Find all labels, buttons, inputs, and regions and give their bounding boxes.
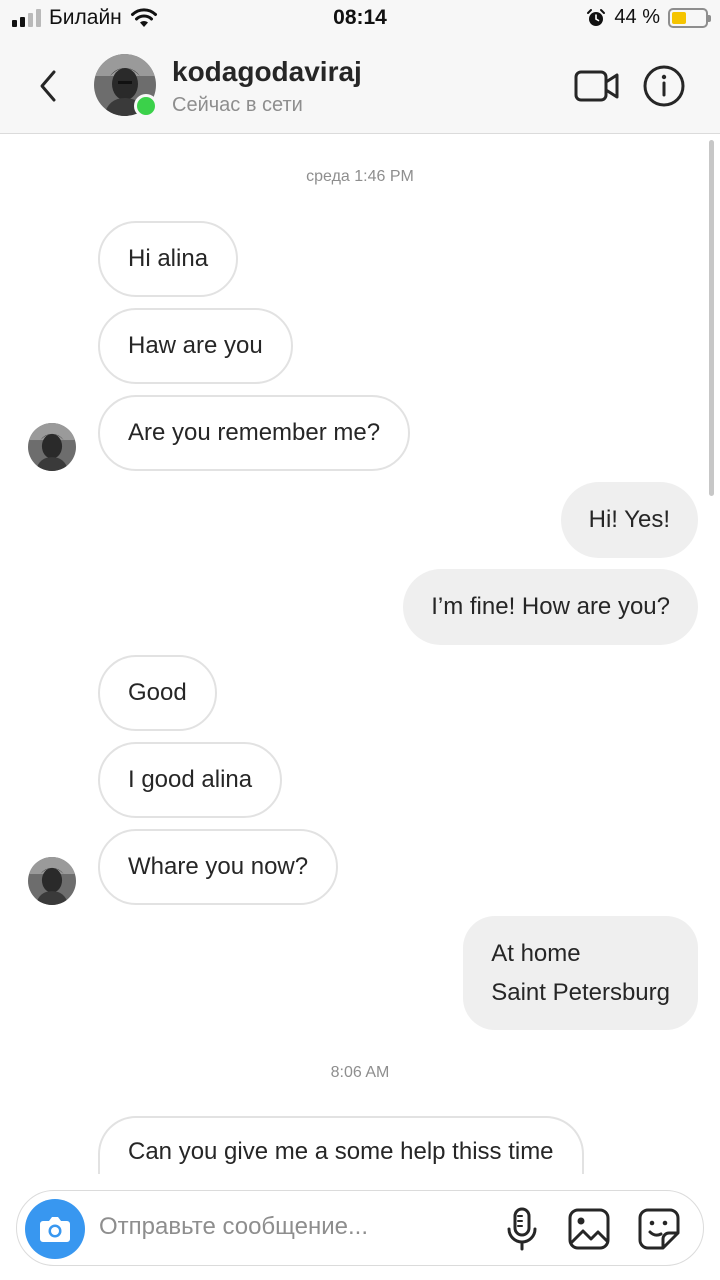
battery-fill — [672, 11, 686, 24]
message-outgoing[interactable]: I’m fine! How are you? — [403, 569, 698, 645]
message-incoming[interactable]: Good — [98, 655, 217, 731]
chat-username[interactable]: kodagodaviraj — [172, 56, 362, 88]
avatar-image — [28, 857, 76, 905]
message-incoming[interactable]: Haw are you — [98, 308, 293, 384]
alarm-icon — [587, 8, 606, 26]
online-indicator — [134, 94, 158, 118]
camera-button[interactable] — [25, 1199, 85, 1259]
message-composer[interactable]: Отправьте сообщение... — [16, 1190, 704, 1266]
microphone-icon[interactable] — [505, 1207, 539, 1251]
battery-icon — [668, 7, 711, 28]
message-incoming[interactable]: Are you remember me? — [98, 395, 411, 471]
date-separator: среда 1:46 PM — [306, 168, 414, 185]
battery-percent: 44 % — [614, 6, 660, 28]
status-bar: Билайн 08:14 44 % — [0, 0, 720, 38]
sticker-icon[interactable] — [637, 1207, 681, 1251]
message-incoming[interactable]: Whare you now? — [98, 829, 339, 905]
message-line: At home — [491, 940, 581, 967]
status-right: 44 % — [586, 6, 711, 29]
chat-header: kodagodaviraj Сейчас в сети — [0, 38, 720, 134]
message-input[interactable]: Отправьте сообщение... — [99, 1213, 368, 1241]
avatar-image — [28, 423, 76, 471]
message-outgoing[interactable]: At home Saint Petersburg — [463, 916, 698, 1030]
avatar[interactable] — [28, 857, 76, 905]
message-incoming[interactable]: Hi alina — [98, 221, 239, 297]
back-chevron-icon[interactable] — [30, 64, 66, 108]
scrollbar[interactable] — [709, 140, 714, 496]
message-outgoing[interactable]: Hi! Yes! — [560, 482, 698, 558]
gallery-icon[interactable] — [567, 1207, 611, 1251]
message-line: Saint Petersburg — [491, 979, 670, 1006]
camera-icon — [40, 1217, 70, 1242]
online-status: Сейчас в сети — [172, 94, 303, 116]
info-icon[interactable] — [642, 64, 686, 108]
message-incoming[interactable]: I good alina — [98, 742, 283, 818]
video-camera-icon[interactable] — [574, 68, 620, 104]
time-separator: 8:06 AM — [330, 1064, 390, 1081]
avatar[interactable] — [28, 423, 76, 471]
